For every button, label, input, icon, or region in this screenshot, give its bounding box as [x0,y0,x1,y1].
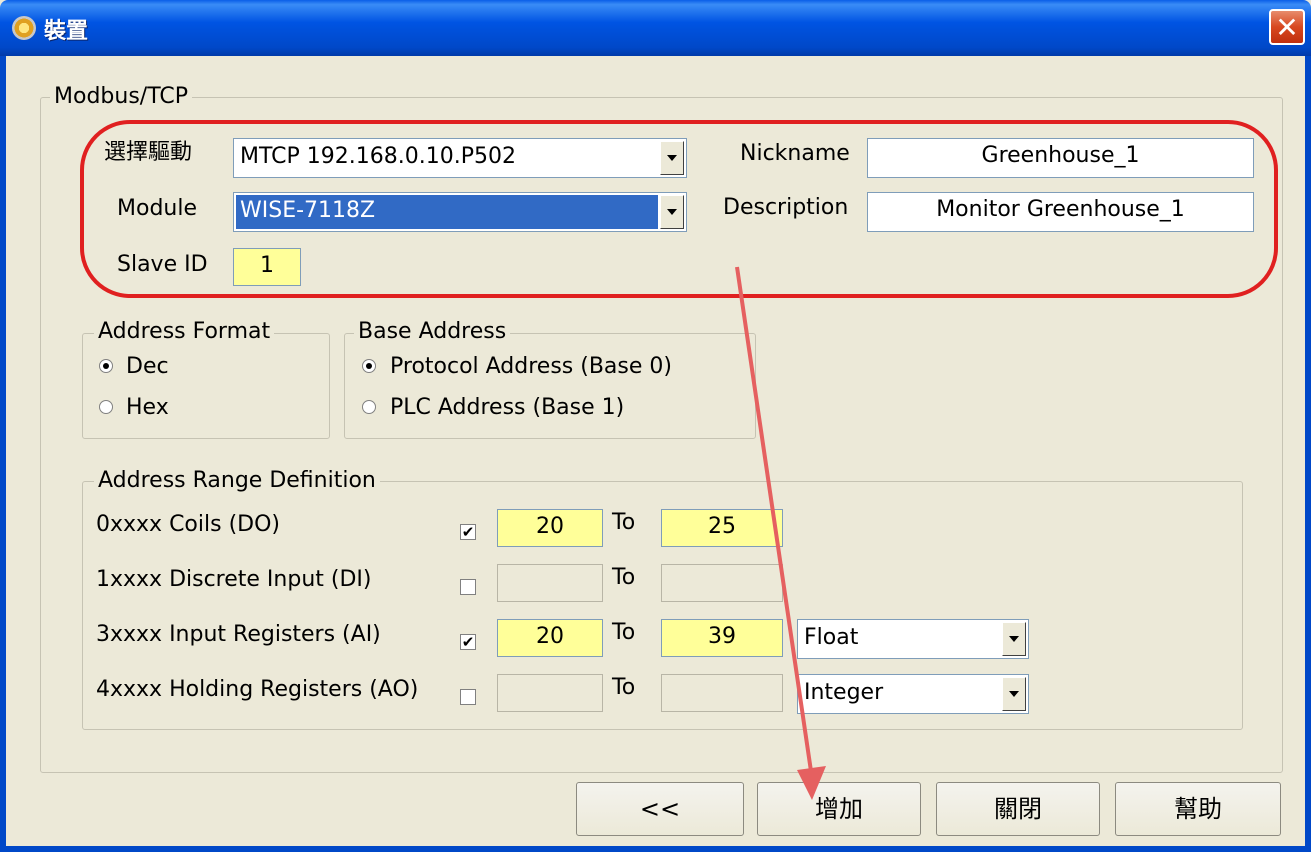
title-bar: 裝置 ✕ [0,0,1311,56]
coils-to-input[interactable]: 25 [661,509,783,547]
discrete-input-from-input[interactable] [497,564,603,602]
base-address-group [344,333,756,439]
input-registers-type-value: Float [804,625,859,650]
coils-to-label: To [612,510,636,535]
nickname-input[interactable]: Greenhouse_1 [867,138,1254,178]
coils-from-input[interactable]: 20 [497,509,603,547]
holding-registers-from-input[interactable] [497,674,603,712]
modbus-tcp-legend: Modbus/TCP [50,84,192,110]
driver-select[interactable]: MTCP 192.168.0.10.P502 [233,138,687,178]
app-icon [12,16,36,40]
base-address-legend: Base Address [354,319,511,345]
module-select-value: WISE-7118Z [236,195,658,229]
discrete-input-to-label: To [612,565,636,590]
discrete-input-label: 1xxxx Discrete Input (DI) [96,567,372,592]
driver-select-value: MTCP 192.168.0.10.P502 [240,144,516,169]
description-label: Description [723,195,849,220]
address-range-legend: Address Range Definition [94,468,380,494]
dec-radio-label: Dec [126,354,169,379]
add-button[interactable]: 增加 [757,782,921,836]
plc-address-radio[interactable] [362,400,376,414]
discrete-input-checkbox[interactable] [460,579,476,595]
input-registers-from-input[interactable]: 20 [497,619,603,657]
protocol-address-radio[interactable] [362,359,376,373]
address-format-group [82,333,330,439]
nickname-label: Nickname [740,141,850,166]
driver-label: 選擇驅動 [104,140,193,165]
input-registers-type-select[interactable]: Float [797,619,1029,659]
input-registers-to-input[interactable]: 39 [661,619,783,657]
slave-id-input[interactable]: 1 [233,248,301,286]
close-button[interactable]: 關閉 [936,782,1100,836]
dec-radio[interactable] [99,359,113,373]
hex-radio[interactable] [99,400,113,414]
holding-registers-type-value: Integer [804,680,884,705]
window-title: 裝置 [44,19,89,44]
chevron-down-icon[interactable] [1002,622,1026,656]
holding-registers-type-select[interactable]: Integer [797,674,1029,714]
chevron-down-icon[interactable] [660,141,684,175]
protocol-address-radio-label: Protocol Address (Base 0) [390,354,672,379]
input-registers-to-label: To [612,620,636,645]
address-format-legend: Address Format [94,319,275,345]
help-button[interactable]: 幫助 [1115,782,1281,836]
plc-address-radio-label: PLC Address (Base 1) [390,395,625,420]
description-input[interactable]: Monitor Greenhouse_1 [867,192,1254,232]
slave-id-label: Slave ID [117,252,208,277]
chevron-down-icon[interactable] [660,195,684,229]
back-button[interactable]: << [576,782,744,836]
holding-registers-label: 4xxxx Holding Registers (AO) [96,677,419,702]
holding-registers-checkbox[interactable] [460,689,476,705]
close-window-button[interactable]: ✕ [1269,9,1305,45]
discrete-input-to-input[interactable] [661,564,783,602]
input-registers-checkbox[interactable]: ✔ [460,634,476,650]
holding-registers-to-label: To [612,675,636,700]
coils-checkbox[interactable]: ✔ [460,524,476,540]
module-label: Module [117,196,197,221]
hex-radio-label: Hex [126,395,169,420]
module-select[interactable]: WISE-7118Z [233,192,687,232]
chevron-down-icon[interactable] [1002,677,1026,711]
holding-registers-to-input[interactable] [661,674,783,712]
input-registers-label: 3xxxx Input Registers (AI) [96,622,381,647]
coils-label: 0xxxx Coils (DO) [96,512,280,537]
